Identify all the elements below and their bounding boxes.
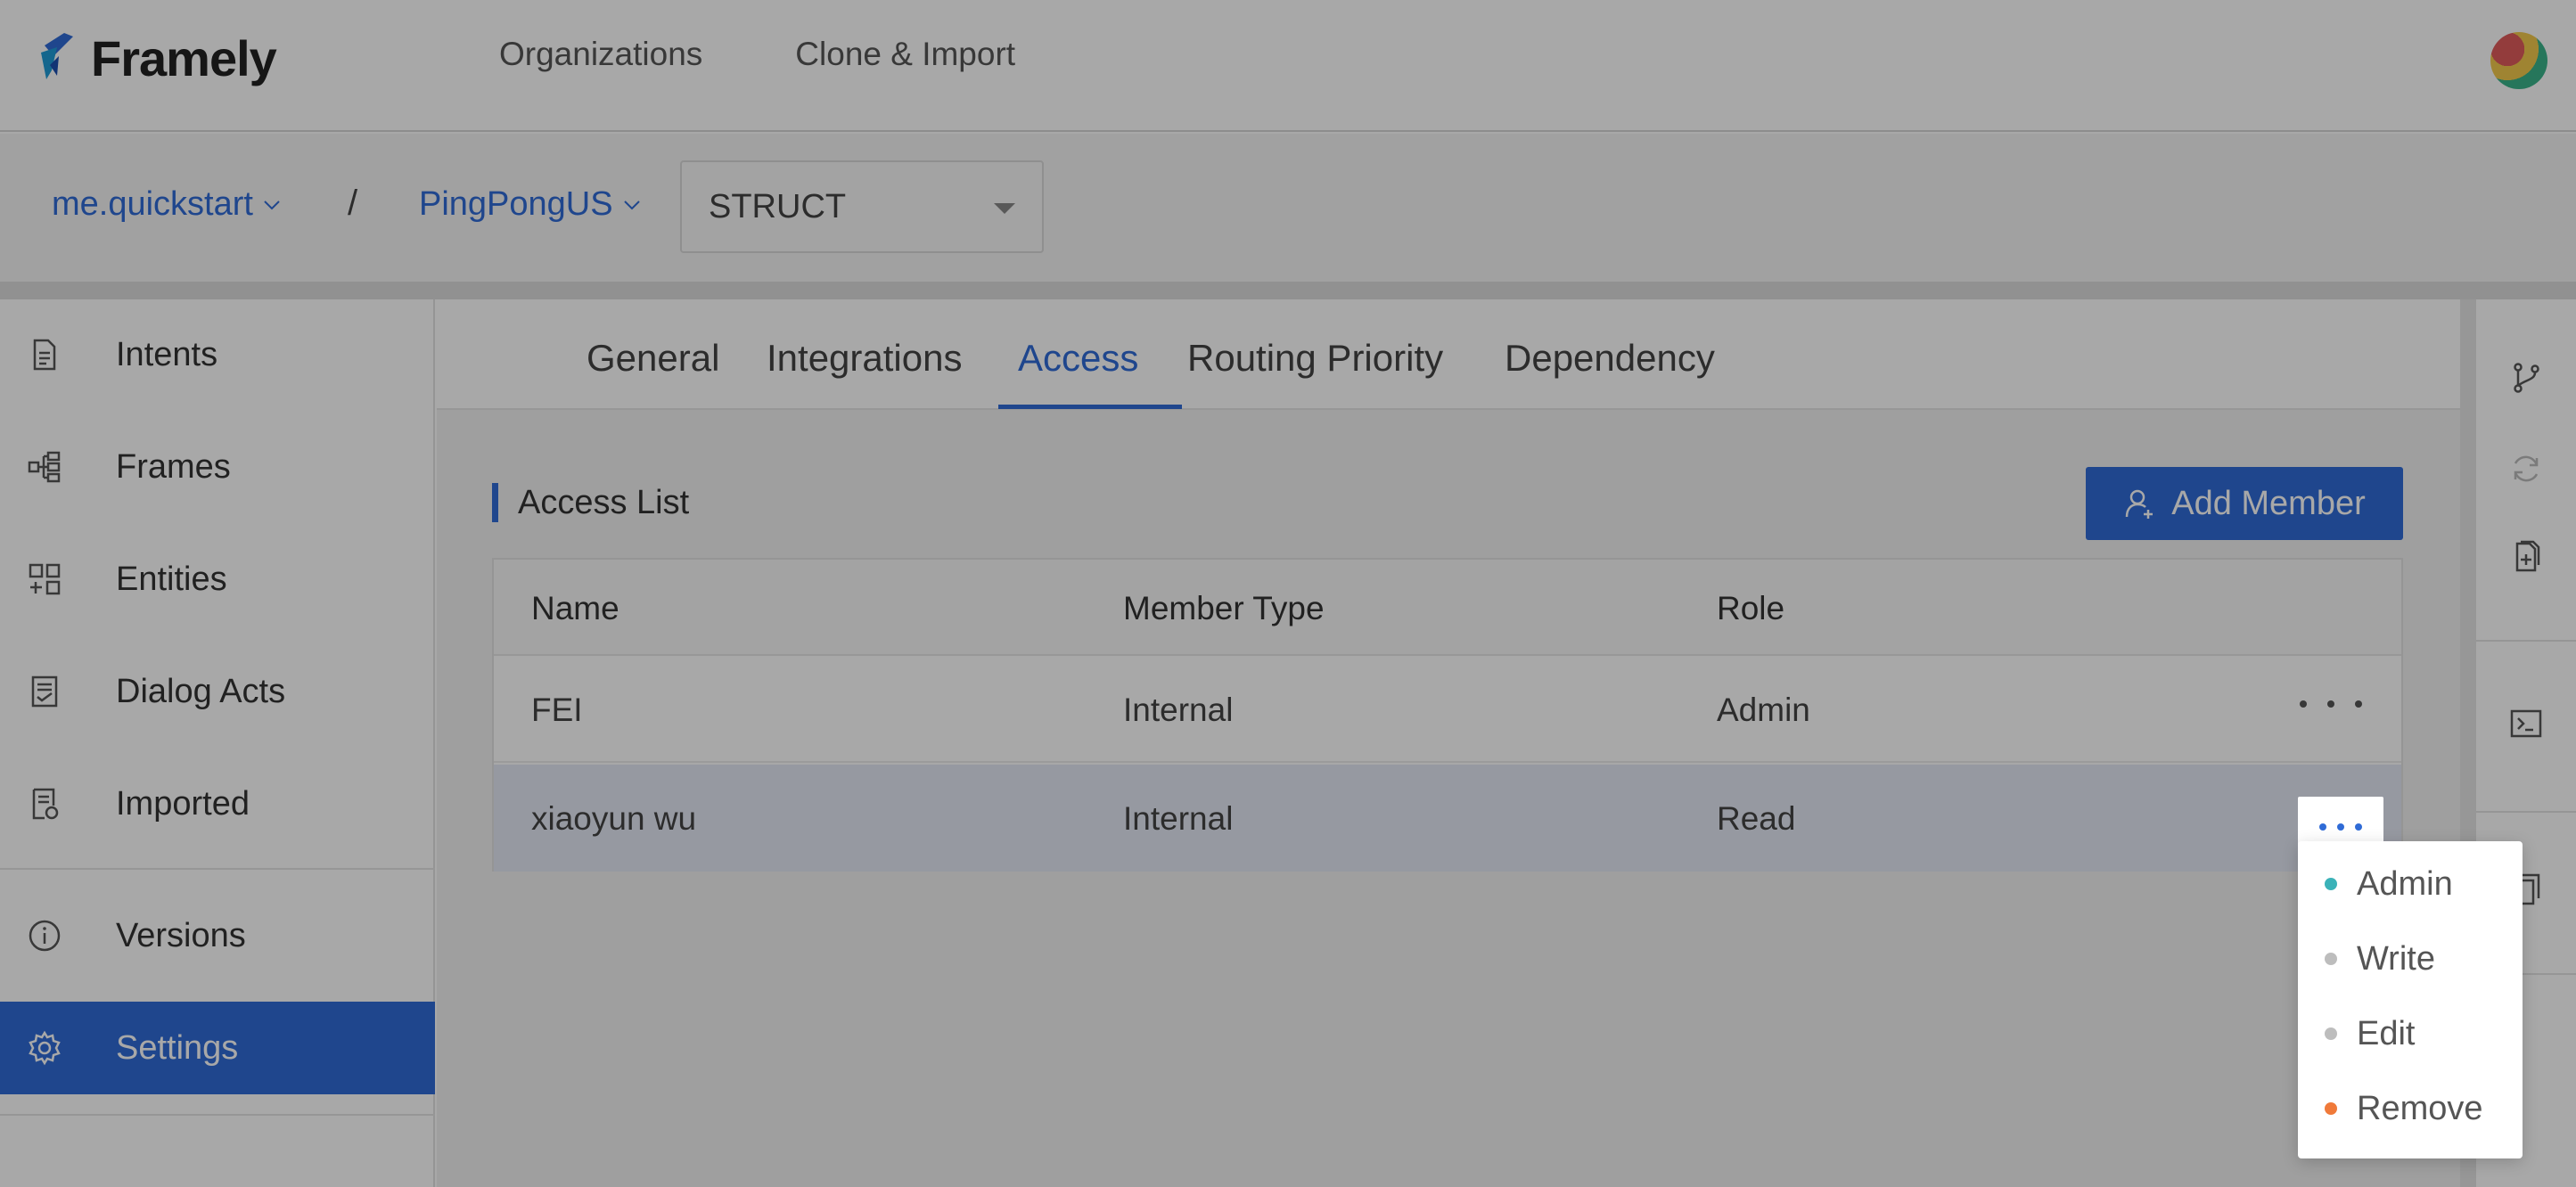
menu-item-label: Remove xyxy=(2357,1089,2483,1127)
role-dropdown-menu: Admin Write Edit Remove xyxy=(2298,841,2523,1158)
status-dot xyxy=(2325,953,2337,965)
modal-overlay[interactable] xyxy=(0,0,2576,1187)
menu-item-label: Edit xyxy=(2357,1014,2416,1052)
menu-item-write[interactable]: Write xyxy=(2298,921,2523,996)
status-dot xyxy=(2325,878,2337,890)
menu-item-label: Admin xyxy=(2357,864,2453,903)
menu-item-remove[interactable]: Remove xyxy=(2298,1071,2523,1146)
status-dot xyxy=(2325,1102,2337,1115)
menu-item-label: Write xyxy=(2357,939,2435,978)
menu-item-edit[interactable]: Edit xyxy=(2298,996,2523,1071)
menu-item-admin[interactable]: Admin xyxy=(2298,847,2523,921)
status-dot xyxy=(2325,1027,2337,1040)
